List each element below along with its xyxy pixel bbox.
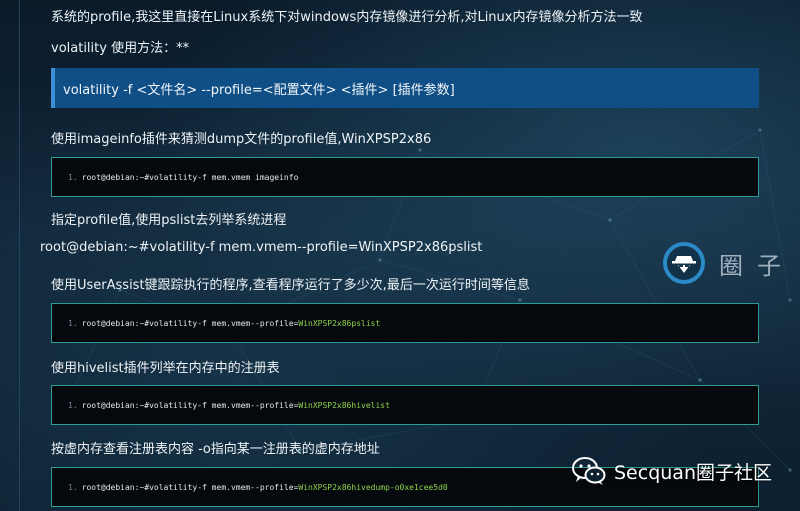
usage-syntax-quote: volatility -f <文件名> --profile=<配置文件> <插件… bbox=[51, 68, 759, 108]
code-line-number: 1. bbox=[68, 318, 78, 328]
brand-name: Secquan圈子社区 bbox=[614, 461, 772, 484]
content-left-border bbox=[19, 0, 20, 511]
quanzi-watermark: 圈子 bbox=[663, 242, 795, 284]
code-line-number: 1. bbox=[68, 482, 78, 492]
code-highlight: WinXPSP2x86hivedump-o0xe1cee5d0 bbox=[298, 482, 448, 492]
code-block-userassist[interactable]: 1. root@debian:~#volatility-f mem.vmem--… bbox=[51, 303, 759, 343]
step2-description: 指定profile值,使用pslist去列举系统进程 bbox=[51, 213, 287, 228]
usage-syntax-text: volatility -f <文件名> --profile=<配置文件> <插件… bbox=[63, 82, 455, 98]
watermark-text: 圈子 bbox=[719, 251, 795, 280]
code-block-imageinfo[interactable]: 1. root@debian:~#volatility-f mem.vmem i… bbox=[51, 157, 759, 197]
code-command: root@debian:~#volatility-f mem.vmem imag… bbox=[81, 172, 299, 182]
code-highlight: WinXPSP2x86hivelist bbox=[298, 400, 390, 410]
hacker-hat-icon bbox=[663, 242, 705, 284]
wechat-icon bbox=[572, 457, 606, 485]
intro-paragraph: 系统的profile,我这里直接在Linux系统下对windows内存镜像进行分… bbox=[51, 10, 643, 25]
code-line-number: 1. bbox=[68, 172, 78, 182]
usage-heading: volatility 使用方法：** bbox=[51, 41, 190, 56]
secquan-brand: Secquan圈子社区 bbox=[572, 456, 772, 486]
step2-plain-command: root@debian:~#volatility-f mem.vmem--pro… bbox=[40, 240, 483, 255]
step3-description: 使用UserAssist键跟踪执行的程序,查看程序运行了多少次,最后一次运行时间… bbox=[51, 278, 530, 293]
code-block-hivelist[interactable]: 1. root@debian:~#volatility-f mem.vmem--… bbox=[51, 385, 759, 425]
step5-description: 按虚内存查看注册表内容 -o指向某一注册表的虚内存地址 bbox=[51, 442, 380, 457]
code-highlight: WinXPSP2x86pslist bbox=[298, 318, 381, 328]
code-command: root@debian:~#volatility-f mem.vmem--pro… bbox=[81, 318, 299, 328]
code-command: root@debian:~#volatility-f mem.vmem--pro… bbox=[81, 400, 299, 410]
code-command: root@debian:~#volatility-f mem.vmem--pro… bbox=[81, 482, 299, 492]
step1-description: 使用imageinfo插件来猜测dump文件的profile值,WinXPSP2… bbox=[51, 132, 432, 147]
code-line-number: 1. bbox=[68, 400, 78, 410]
step4-description: 使用hivelist插件列举在内存中的注册表 bbox=[51, 361, 280, 376]
